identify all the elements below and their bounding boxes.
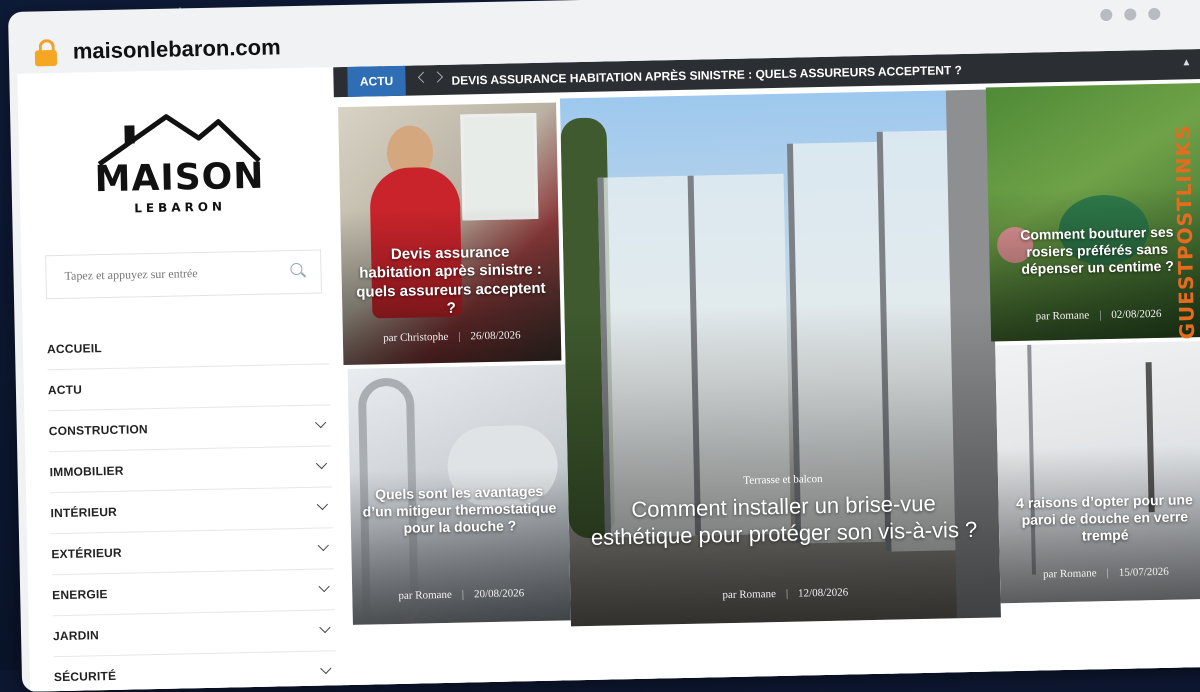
chevron-down-icon[interactable] [318,580,330,593]
lock-icon [34,39,58,67]
article-card[interactable]: 4 raisons d’opter pour une paroi de douc… [995,340,1200,604]
menu-item-label: JARDIN [52,628,100,644]
site-logo[interactable]: MAISON LEBARON [88,109,270,223]
article-card[interactable]: Quels sont les avantages d’un mitigeur t… [347,364,571,625]
article-author[interactable]: par Romane [722,588,776,601]
chevron-down-icon[interactable] [320,662,332,675]
window-dot-icon[interactable] [1148,7,1161,21]
article-title[interactable]: Comment installer un brise-vue esthétiqu… [580,490,987,552]
menu-item-immobilier[interactable]: IMMOBILIER [49,446,333,494]
menu-item-label: ENERGIE [52,587,108,603]
article-author[interactable]: par Romane [398,589,452,602]
main-content: ACTU DEVIS ASSURANCE HABITATION APRÈS SI… [333,49,1200,688]
address-bar-url[interactable]: maisonlebaron.com [73,34,281,64]
sidebar: MAISON LEBARON Tapez et appuyez sur entr… [17,67,343,692]
article-author[interactable]: par Christophe [383,331,448,344]
article-date: 20/08/2026 [473,587,525,601]
article-date: 26/08/2026 [470,329,521,343]
menu-item-accueil[interactable]: ACCUEIL [46,323,330,371]
menu-item-jardin[interactable]: JARDIN [52,610,336,658]
article-author[interactable]: par Romane [1036,309,1090,322]
article-author[interactable]: par Romane [1043,567,1097,580]
menu-item-energie[interactable]: ENERGIE [51,569,335,617]
menu-item-label: ACCUEIL [46,341,102,357]
chevron-down-icon[interactable] [315,457,328,470]
window-dot-icon[interactable] [1124,8,1137,21]
article-card-featured[interactable]: Terrasse et balcon Comment installer un … [559,89,1001,627]
chevron-down-icon[interactable] [315,416,327,429]
search-input[interactable]: Tapez et appuyez sur entrée [45,249,322,300]
search-icon[interactable] [290,262,303,276]
article-title[interactable]: Comment bouturer ses rosiers préférés sa… [1001,223,1194,278]
menu-item-actu[interactable]: ACTU [47,364,331,412]
menu-item-construction[interactable]: CONSTRUCTION [48,405,332,453]
article-card[interactable]: Devis assurance habitation après sinistr… [338,102,562,366]
menu-item-label: EXTÉRIEUR [51,545,122,562]
ticker-tag[interactable]: ACTU [347,65,406,97]
logo-wordmark: MAISON [94,155,265,201]
window-controls [1100,7,1161,22]
article-title[interactable]: Devis assurance habitation après sinistr… [353,243,548,320]
logo-subtitle: LEBARON [134,199,227,216]
menu-item-label: INTÉRIEUR [50,504,118,521]
article-title[interactable]: Quels sont les avantages d’un mitigeur t… [362,483,557,538]
chevron-down-icon[interactable] [317,539,329,552]
watermark-text: GUESTPOSTLINKS [1170,124,1200,340]
menu-item-exterieur[interactable]: EXTÉRIEUR [50,528,334,576]
main-menu: ACCUEIL ACTU CONSTRUCTION IMMOBILIER INT… [46,323,337,692]
ticker-headline[interactable]: DEVIS ASSURANCE HABITATION APRÈS SINISTR… [451,63,962,88]
page-viewport: MAISON LEBARON Tapez et appuyez sur entr… [17,49,1200,692]
chevron-left-icon[interactable] [417,71,430,83]
chevron-right-icon[interactable] [431,71,444,83]
menu-item-securite[interactable]: SÉCURITÉ [53,651,337,692]
menu-item-label: ACTU [47,382,83,398]
article-date: 12/08/2026 [797,586,849,600]
browser-window: maisonlebaron.com MAISON LEBARON Tapez e… [8,0,1200,692]
article-card[interactable]: Comment bouturer ses rosiers préférés sa… [985,83,1200,342]
menu-item-interieur[interactable]: INTÉRIEUR [50,487,333,535]
window-dot-icon[interactable] [1100,8,1113,22]
ticker-close-icon[interactable]: ▲ [1181,57,1191,68]
menu-item-label: CONSTRUCTION [48,422,148,439]
menu-item-label: SÉCURITÉ [53,668,117,685]
article-date: 02/08/2026 [1111,307,1162,321]
menu-item-label: IMMOBILIER [49,463,124,480]
chevron-down-icon[interactable] [319,621,331,634]
chevron-down-icon[interactable] [316,498,329,511]
article-date: 15/07/2026 [1118,565,1169,579]
article-title[interactable]: 4 raisons d’opter pour une paroi de douc… [1010,491,1199,546]
search-placeholder: Tapez et appuyez sur entrée [64,266,198,283]
